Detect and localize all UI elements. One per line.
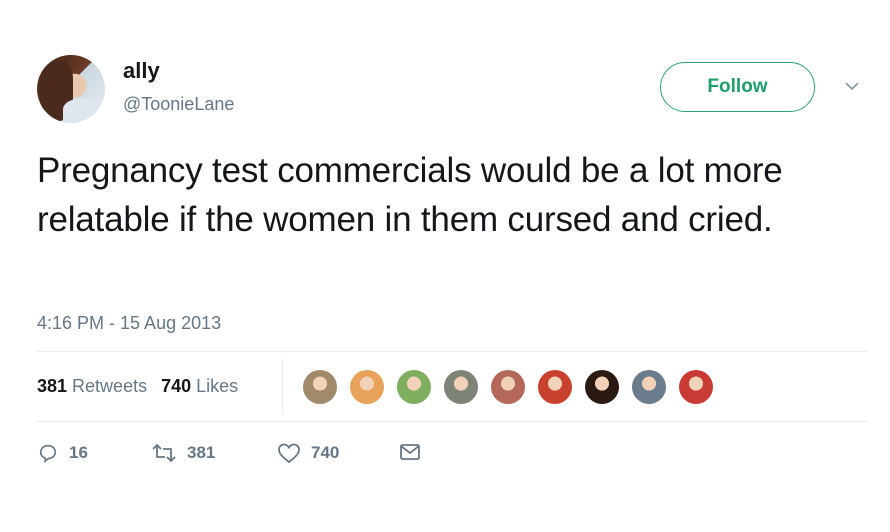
retweet-button[interactable]: 381 [151,442,215,464]
stats-separator [282,358,283,414]
likes-label: Likes [196,376,239,396]
avatar-shirt [63,99,103,123]
like-icon [278,443,300,464]
liker-avatar-7[interactable] [585,370,619,404]
tweet-stats: 381 Retweets 740 Likes [37,358,283,414]
like-button[interactable]: 740 [277,442,339,464]
avatar[interactable] [37,55,105,123]
tweet-text: Pregnancy test commercials would be a lo… [37,151,783,239]
liker-avatar-9[interactable] [679,370,713,404]
direct-message-icon [400,444,420,460]
likes-count: 740 [161,376,192,396]
retweet-icon [152,443,176,463]
retweets-stat[interactable]: 381 Retweets [37,376,147,397]
liker-avatar-5[interactable] [491,370,525,404]
divider [37,421,867,422]
liker-avatar-2[interactable] [350,370,384,404]
like-count: 740 [311,443,340,462]
likes-stat[interactable]: 740 Likes [161,376,238,397]
follow-button[interactable]: Follow [660,62,815,112]
user-handle[interactable]: @ToonieLane [123,94,234,115]
retweets-label: Retweets [72,376,148,396]
chevron-down-icon[interactable] [844,80,860,92]
reply-button[interactable]: 16 [37,442,88,464]
liker-avatars [303,370,724,404]
reply-icon [39,444,57,464]
retweet-count: 381 [187,443,216,462]
liker-avatar-1[interactable] [303,370,337,404]
user-name[interactable]: ally [123,58,160,84]
liker-avatar-8[interactable] [632,370,666,404]
retweets-count: 381 [37,376,68,396]
liker-avatar-6[interactable] [538,370,572,404]
tweet-timestamp[interactable]: 4:16 PM - 15 Aug 2013 [37,313,221,334]
liker-avatar-4[interactable] [444,370,478,404]
direct-message-button[interactable] [399,442,431,462]
reply-count: 16 [69,443,88,462]
divider [37,351,867,352]
liker-avatar-3[interactable] [397,370,431,404]
